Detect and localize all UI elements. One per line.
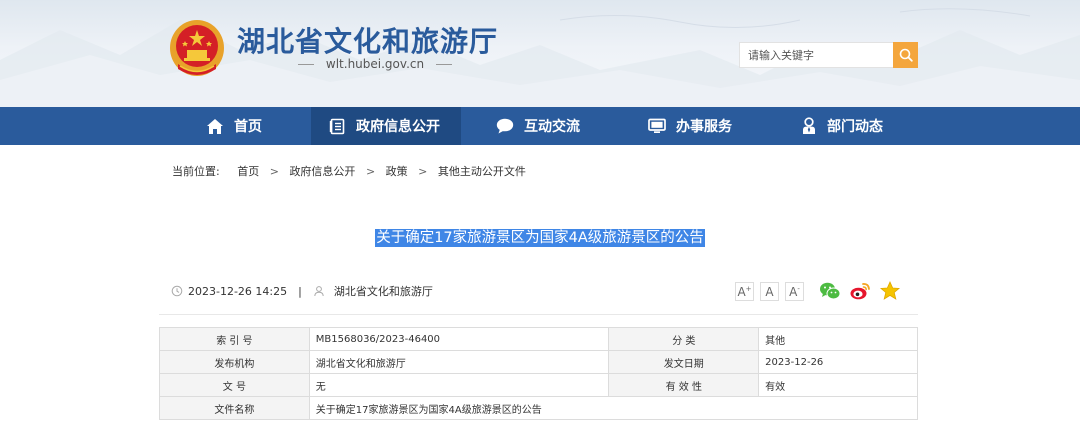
- table-label: 有 效 性: [608, 373, 760, 397]
- breadcrumb-item-home[interactable]: 首页: [237, 163, 259, 179]
- monitor-icon: [648, 118, 666, 133]
- table-row: 索 引 号 MB1568036/2023-46400 分 类 其他: [159, 327, 918, 351]
- breadcrumb-lead: 当前位置:: [172, 165, 220, 178]
- breadcrumb-separator: >: [365, 165, 376, 178]
- nav-item-services-label: 办事服务: [676, 119, 732, 135]
- table-value: MB1568036/2023-46400: [308, 327, 610, 351]
- breadcrumb-item-policy[interactable]: 政策: [386, 163, 408, 179]
- nav-item-government-info-label: 政府信息公开: [356, 119, 440, 135]
- site-domain-text: wlt.hubei.gov.cn: [325, 57, 425, 71]
- font-increase-button[interactable]: A+ A+: [735, 282, 754, 301]
- document-icon: [329, 118, 345, 134]
- table-label: 发布机构: [159, 350, 310, 374]
- main-nav: 首页 政府信息公开 互动交流 办事服务 部门动态: [0, 107, 1080, 145]
- font-decrease-button[interactable]: A- A-: [785, 282, 804, 301]
- search-icon: [899, 48, 913, 62]
- domain-dash-left: [297, 64, 314, 65]
- publish-datetime: 2023-12-26 14:25: [188, 284, 288, 298]
- wechat-icon[interactable]: [819, 280, 841, 302]
- table-row: 发布机构 湖北省文化和旅游厅 发文日期 2023-12-26: [159, 350, 918, 374]
- search-input[interactable]: [740, 43, 894, 67]
- table-label: 分 类: [608, 327, 760, 351]
- table-value: 2023-12-26: [758, 350, 918, 374]
- user-icon: [314, 286, 324, 297]
- national-emblem-icon: [170, 20, 224, 76]
- nav-item-government-info[interactable]: 政府信息公开: [311, 107, 461, 145]
- table-label: 发文日期: [608, 350, 760, 374]
- table-label: 索 引 号: [159, 327, 310, 351]
- article-title: 关于确定17家旅游景区为国家4A级旅游景区的公告: [375, 229, 705, 247]
- nav-item-home-label: 首页: [234, 119, 262, 135]
- table-value: 无: [308, 373, 610, 397]
- breadcrumb-item-government-info[interactable]: 政府信息公开: [289, 163, 355, 179]
- page: 湖北省文化和旅游厅 wlt.hubei.gov.cn 首页: [0, 0, 1080, 425]
- breadcrumb-item-other-files[interactable]: 其他主动公开文件: [438, 163, 526, 179]
- clock-icon: [171, 285, 183, 297]
- nav-item-services[interactable]: 办事服务: [648, 107, 732, 145]
- article-source: 湖北省文化和旅游厅: [333, 285, 433, 298]
- article-meta: 2023-12-26 14:25 | 湖北省文化和旅游厅 A+ A+ A A- …: [159, 268, 918, 315]
- nav-item-home[interactable]: 首页: [206, 107, 262, 145]
- table-value: 其他: [758, 327, 918, 351]
- table-value: 有效: [758, 373, 918, 397]
- font-decrease-glyph: A-: [789, 284, 800, 299]
- nav-item-interaction-label: 互动交流: [524, 119, 580, 135]
- table-label: 文件名称: [159, 396, 310, 420]
- nav-item-interaction[interactable]: 互动交流: [496, 107, 580, 145]
- table-row: 文件名称 关于确定17家旅游景区为国家4A级旅游景区的公告: [159, 396, 919, 420]
- search-button[interactable]: [893, 42, 918, 68]
- breadcrumb-separator: >: [269, 165, 279, 178]
- mountain-background: [0, 8, 1080, 107]
- article-title-wrap: 关于确定17家旅游景区为国家4A级旅游景区的公告: [0, 226, 1080, 247]
- site-header: 湖北省文化和旅游厅 wlt.hubei.gov.cn: [0, 0, 1080, 107]
- site-title: 湖北省文化和旅游厅: [237, 25, 499, 58]
- table-value: 湖北省文化和旅游厅: [308, 350, 610, 374]
- star-icon[interactable]: [879, 280, 901, 302]
- chat-bubble-icon: [496, 118, 514, 134]
- breadcrumb-separator: >: [418, 165, 428, 178]
- table-value: 关于确定17家旅游景区为国家4A级旅游景区的公告: [308, 396, 919, 420]
- site-domain: wlt.hubei.gov.cn: [283, 57, 467, 71]
- nav-item-department-news[interactable]: 部门动态: [801, 107, 883, 145]
- table-label: 文 号: [159, 373, 310, 397]
- font-reset-label: A: [765, 284, 774, 299]
- font-increase-glyph: A+: [737, 284, 752, 299]
- domain-dash-right: [436, 64, 453, 65]
- home-icon: [207, 118, 223, 134]
- breadcrumb: 当前位置: 首页 > 政府信息公开 > 政策 > 其他主动公开文件: [172, 163, 526, 179]
- meta-divider: |: [298, 284, 302, 298]
- font-reset-button[interactable]: A: [760, 282, 779, 301]
- weibo-icon[interactable]: [849, 280, 871, 302]
- document-info-table: 索 引 号 MB1568036/2023-46400 分 类 其他 发布机构 湖…: [159, 327, 919, 420]
- person-icon: [803, 117, 815, 134]
- nav-item-department-news-label: 部门动态: [827, 119, 883, 135]
- table-row: 文 号 无 有 效 性 有效: [159, 373, 918, 397]
- article-meta-info: 2023-12-26 14:25 | 湖北省文化和旅游厅: [171, 283, 433, 299]
- search-box: [739, 42, 895, 68]
